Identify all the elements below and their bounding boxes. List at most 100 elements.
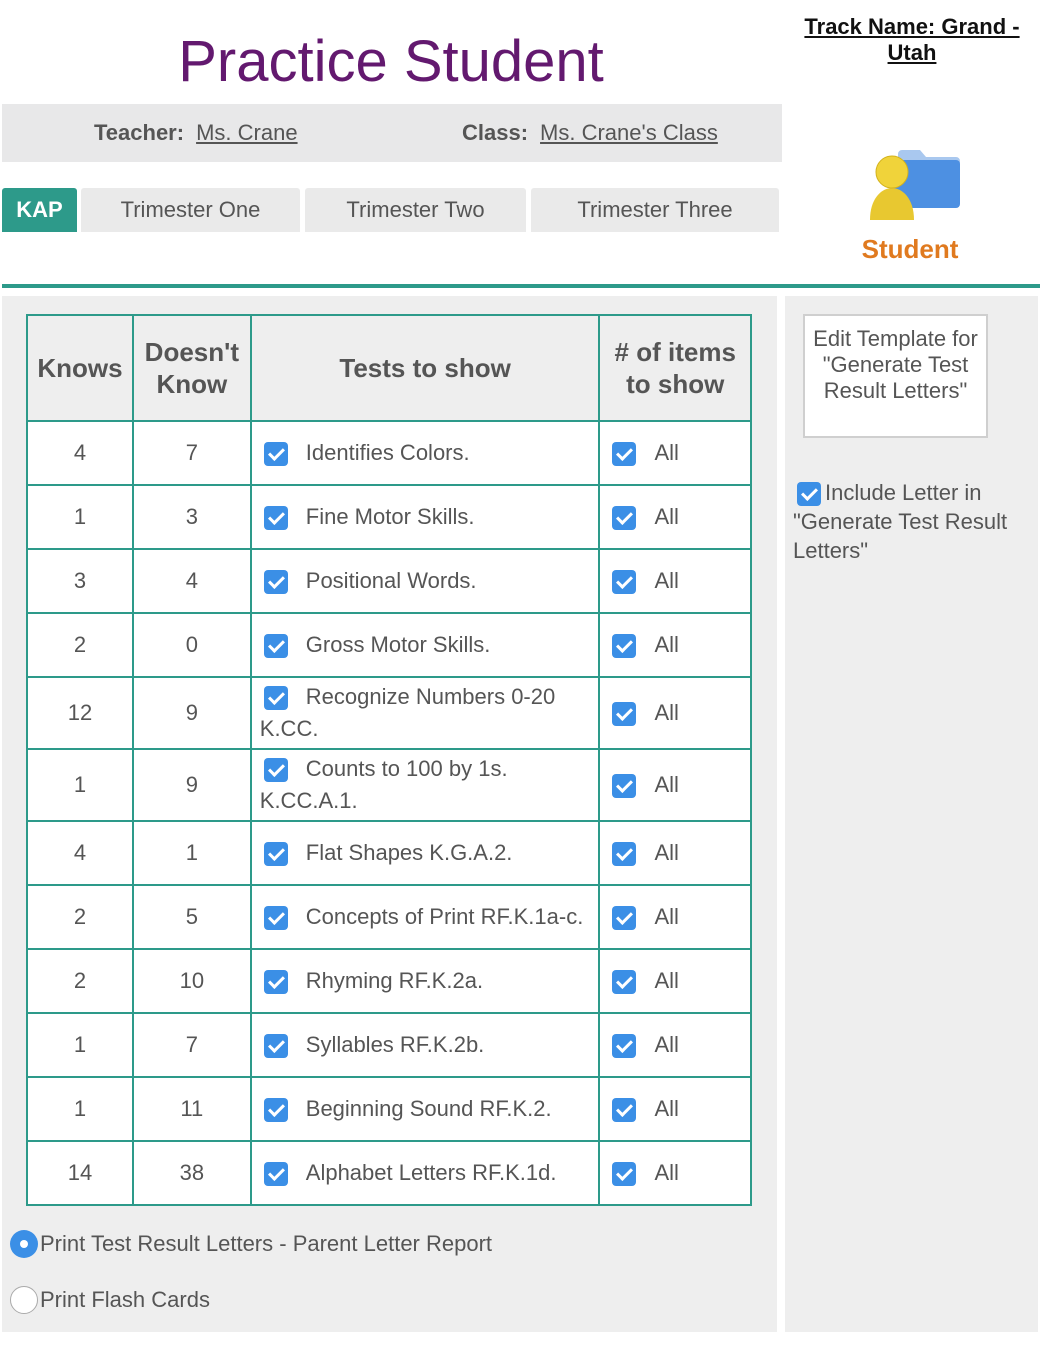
- items-value: All: [654, 1095, 679, 1121]
- test-name: Counts to 100 by 1s. K.CC.A.1.: [259, 756, 508, 813]
- table-header-row: Knows Doesn't Know Tests to show # of it…: [26, 314, 752, 422]
- print-letters-label: Print Test Result Letters - Parent Lette…: [40, 1231, 493, 1256]
- test-checkbox[interactable]: [263, 906, 288, 931]
- table-row: 2 0 Gross Motor Skills. All: [26, 612, 752, 678]
- items-cell: All: [598, 884, 752, 950]
- test-checkbox[interactable]: [263, 758, 288, 783]
- items-checkbox[interactable]: [612, 702, 637, 727]
- items-cell: All: [598, 820, 752, 886]
- items-checkbox[interactable]: [612, 842, 637, 867]
- items-checkbox[interactable]: [612, 906, 637, 931]
- test-checkbox[interactable]: [263, 970, 288, 995]
- test-cell: Positional Words.: [249, 548, 601, 614]
- items-checkbox[interactable]: [612, 774, 637, 799]
- doesnt-know-cell: 9: [131, 676, 252, 750]
- include-letter-checkbox[interactable]: [797, 482, 821, 507]
- items-value: All: [654, 1159, 679, 1185]
- print-flash-cards-radio[interactable]: [10, 1286, 38, 1314]
- edit-template-button[interactable]: Edit Template for "Generate Test Result …: [803, 314, 988, 438]
- knows-cell: 4: [26, 420, 134, 486]
- page-title: Practice Student: [178, 29, 604, 94]
- test-cell: Identifies Colors.: [249, 420, 601, 486]
- table-row: 1 11 Beginning Sound RF.K.2. All: [26, 1076, 752, 1142]
- items-checkbox[interactable]: [612, 442, 637, 467]
- items-checkbox[interactable]: [612, 970, 637, 995]
- test-checkbox[interactable]: [263, 686, 288, 711]
- test-checkbox[interactable]: [263, 1034, 288, 1059]
- col-header-tests: Tests to show: [249, 314, 601, 422]
- col-header-knows: Knows: [26, 314, 134, 422]
- test-cell: Syllables RF.K.2b.: [249, 1012, 601, 1078]
- class-link[interactable]: Ms. Crane's Class: [540, 120, 718, 145]
- doesnt-know-cell: 9: [131, 748, 252, 822]
- print-letters-radio[interactable]: [10, 1230, 38, 1258]
- table-row: 12 9 Recognize Numbers 0-20 K.CC. All: [26, 676, 752, 750]
- track-name-link[interactable]: Track Name: Grand - Utah: [786, 14, 1038, 66]
- class-label: Class:: [462, 120, 529, 145]
- items-checkbox[interactable]: [612, 1162, 637, 1187]
- items-value: All: [654, 699, 679, 725]
- doesnt-know-cell: 0: [131, 612, 252, 678]
- test-checkbox[interactable]: [263, 634, 288, 659]
- test-name: Recognize Numbers 0-20 K.CC.: [259, 684, 556, 741]
- knows-cell: 14: [26, 1140, 134, 1206]
- test-checkbox[interactable]: [263, 1098, 288, 1123]
- col-header-doesnt-know: Doesn't Know: [131, 314, 252, 422]
- tests-table: Knows Doesn't Know Tests to show # of it…: [26, 314, 752, 1206]
- items-checkbox[interactable]: [612, 1034, 637, 1059]
- knows-cell: 1: [26, 484, 134, 550]
- knows-cell: 2: [26, 948, 134, 1014]
- items-checkbox[interactable]: [612, 570, 637, 595]
- items-checkbox[interactable]: [612, 1098, 637, 1123]
- teacher-link[interactable]: Ms. Crane: [196, 120, 297, 145]
- test-checkbox[interactable]: [263, 1162, 288, 1187]
- test-cell: Flat Shapes K.G.A.2.: [249, 820, 601, 886]
- items-cell: All: [598, 484, 752, 550]
- tab-trimester-three[interactable]: Trimester Three: [531, 188, 779, 232]
- items-cell: All: [598, 1076, 752, 1142]
- tab-trimester-one[interactable]: Trimester One: [81, 188, 300, 232]
- doesnt-know-cell: 1: [131, 820, 252, 886]
- print-letters-option[interactable]: Print Test Result Letters - Parent Lette…: [10, 1230, 492, 1258]
- tab-kap[interactable]: KAP: [2, 188, 77, 232]
- test-name: Fine Motor Skills.: [305, 504, 475, 529]
- print-flash-cards-label: Print Flash Cards: [40, 1287, 210, 1312]
- items-value: All: [654, 967, 679, 993]
- doesnt-know-cell: 3: [131, 484, 252, 550]
- knows-cell: 2: [26, 884, 134, 950]
- knows-cell: 2: [26, 612, 134, 678]
- knows-cell: 12: [26, 676, 134, 750]
- test-checkbox[interactable]: [263, 842, 288, 867]
- items-value: All: [654, 503, 679, 529]
- teacher-info: Teacher: Ms. Crane: [94, 120, 298, 146]
- test-name: Identifies Colors.: [305, 440, 470, 465]
- test-checkbox[interactable]: [263, 570, 288, 595]
- header-divider: [2, 284, 1040, 288]
- knows-cell: 1: [26, 1076, 134, 1142]
- items-value: All: [654, 1031, 679, 1057]
- table-row: 1 9 Counts to 100 by 1s. K.CC.A.1. All: [26, 748, 752, 822]
- items-cell: All: [598, 948, 752, 1014]
- table-row: 4 1 Flat Shapes K.G.A.2. All: [26, 820, 752, 886]
- tab-trimester-two[interactable]: Trimester Two: [305, 188, 526, 232]
- class-info: Class: Ms. Crane's Class: [462, 120, 718, 146]
- test-cell: Counts to 100 by 1s. K.CC.A.1.: [249, 748, 601, 822]
- test-name: Flat Shapes K.G.A.2.: [305, 840, 513, 865]
- items-cell: All: [598, 548, 752, 614]
- test-cell: Recognize Numbers 0-20 K.CC.: [249, 676, 601, 750]
- print-flash-cards-option[interactable]: Print Flash Cards: [10, 1286, 210, 1314]
- knows-cell: 4: [26, 820, 134, 886]
- doesnt-know-cell: 10: [131, 948, 252, 1014]
- items-cell: All: [598, 676, 752, 750]
- items-checkbox[interactable]: [612, 634, 637, 659]
- test-checkbox[interactable]: [263, 506, 288, 531]
- include-letter-option: Include Letter in "Generate Test Result …: [793, 478, 1033, 565]
- items-checkbox[interactable]: [612, 506, 637, 531]
- test-name: Concepts of Print RF.K.1a-c.: [305, 904, 584, 929]
- student-role-label[interactable]: Student: [788, 234, 1032, 265]
- test-cell: Beginning Sound RF.K.2.: [249, 1076, 601, 1142]
- items-value: All: [654, 839, 679, 865]
- test-checkbox[interactable]: [263, 442, 288, 467]
- table-row: 3 4 Positional Words. All: [26, 548, 752, 614]
- letters-panel: [785, 296, 1038, 1332]
